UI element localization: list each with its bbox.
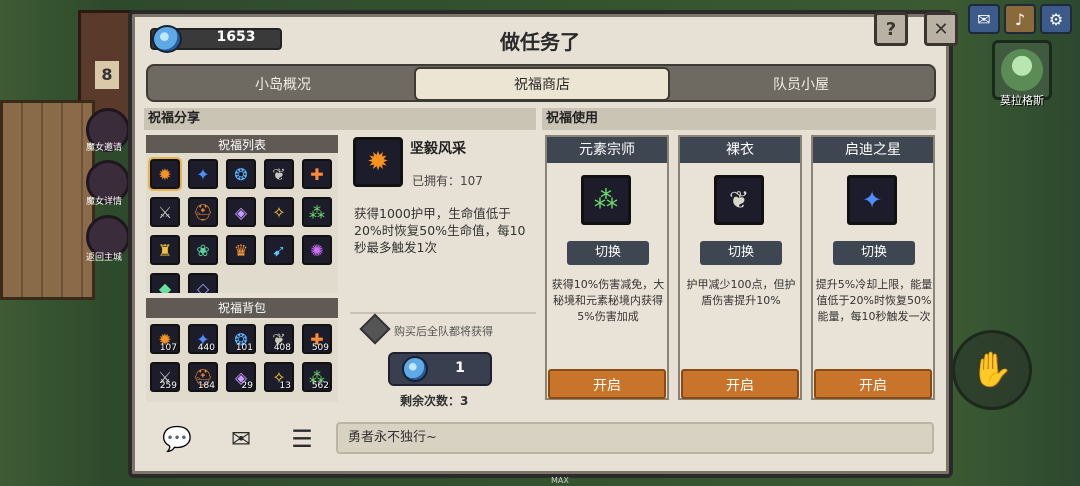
blessing-fire-icon[interactable]: ✹ [148, 157, 182, 191]
bag-elements-icon[interactable]: ⁂ 562 [302, 362, 332, 392]
blessing-wing-icon[interactable]: ♛ [226, 235, 256, 265]
wooden-deck [0, 100, 95, 300]
sound-icon[interactable]: ♪ [1004, 4, 1036, 34]
blessing-leaf-icon[interactable]: ❀ [188, 235, 218, 265]
blessing-owned: 已拥有：107 [412, 174, 483, 188]
blessing-cloth-icon[interactable]: ❦ [264, 159, 294, 189]
bag-helmet-icon[interactable]: ⛑ 184 [188, 362, 218, 392]
bag-count: 101 [235, 343, 253, 353]
activate-button[interactable]: 开启 [681, 369, 799, 399]
max-label: MAX [551, 476, 569, 485]
left-label-return: 返回主城 [86, 253, 123, 263]
blessing-elements-icon[interactable]: ⁂ [302, 197, 332, 227]
blessing-blue-hand-icon[interactable]: ✦ [188, 159, 218, 189]
bag-count: 107 [159, 343, 177, 353]
left-label-invite: 魔女邀请 [86, 143, 123, 153]
divider [350, 312, 536, 314]
blessing-description: 获得1000护甲，生命值低于20%时恢复50%生命值，每10秒最多触发1次 [354, 206, 526, 255]
mail-envelope-icon[interactable]: ✉ [221, 422, 261, 456]
cloth-icon: ❦ [714, 175, 764, 225]
blessing-cross-icon[interactable]: ✚ [302, 159, 332, 189]
remaining-count: 剩余次数：3 [400, 394, 469, 408]
bag-cloth-icon[interactable]: ❦ 408 [264, 324, 294, 354]
card-description: 获得10%伤害减免，大秘境和元素秘境内获得5%伤害加成 [551, 278, 665, 323]
tab-member-house[interactable]: 队员小屋 [676, 69, 926, 99]
tab-island-overview[interactable]: 小岛概况 [158, 69, 408, 99]
bag-count: 562 [311, 381, 329, 391]
swap-button[interactable]: 切换 [833, 241, 915, 265]
gem-icon [402, 356, 428, 382]
elements-icon: ⁂ [581, 175, 631, 225]
blessing-list-grid: ✹ ✦ ❂ ❦ ✚ ⚔ ⛑ ◈ ✧ ⁂ ♜ ❀ ♛ ➹ ✺ ◆ ◇ [146, 153, 338, 293]
bag-count: 29 [241, 381, 253, 391]
blessing-card-elemental-master: 元素宗师 ⁂ 切换 获得10%伤害减免，大秘境和元素秘境内获得5%伤害加成 开启 [545, 135, 669, 400]
bag-count: 509 [311, 343, 329, 353]
blessing-arrow-icon[interactable]: ➹ [264, 235, 294, 265]
card-title: 裸衣 [680, 137, 800, 163]
blessing-water-icon[interactable]: ❂ [226, 159, 256, 189]
card-title: 启迪之星 [813, 137, 933, 163]
bag-count: 184 [197, 381, 215, 391]
card-title: 元素宗师 [547, 137, 667, 163]
tab-bar: 小岛概况 祝福商店 队员小屋 [146, 64, 936, 102]
activate-button[interactable]: 开启 [548, 369, 666, 399]
mail-icon[interactable]: ✉ [968, 4, 1000, 34]
tab-blessing-shop[interactable]: 祝福商店 [414, 67, 670, 101]
activate-button[interactable]: 开启 [814, 369, 932, 399]
blessing-list-title: 祝福列表 [146, 135, 338, 155]
card-description: 护甲减少100点，但护盾伤害提升10% [686, 278, 796, 307]
chat-bubble-icon[interactable]: 💬 [157, 422, 197, 456]
help-button[interactable]: ? [874, 12, 908, 46]
notes-icon[interactable]: ☰ [282, 422, 322, 456]
bag-count: 440 [197, 343, 215, 353]
share-header: 祝福分享 [144, 108, 536, 130]
bag-cross-icon[interactable]: ✚ 509 [302, 324, 332, 354]
blessing-name: 坚毅风采 [410, 141, 466, 157]
blessing-bag-title: 祝福背包 [146, 298, 338, 318]
page-title: 做任务了 [500, 30, 580, 54]
close-button[interactable]: ✕ [924, 12, 958, 46]
card-description: 提升5%冷却上限，能量值低于20%时恢复50%能量，每10秒触发一次 [815, 278, 933, 323]
bag-count: 259 [159, 381, 177, 391]
chat-input[interactable]: 勇者永不独行~ [336, 422, 934, 454]
blessing-orb-icon[interactable]: ◈ [226, 197, 256, 227]
currency-value: 1653 [216, 29, 256, 45]
gem-icon [152, 25, 182, 53]
bag-orb-icon[interactable]: ◈ 29 [226, 362, 256, 392]
blessing-card-enlighten-star: 启迪之星 ✦ 切换 提升5%冷却上限，能量值低于20%时恢复50%能量，每10秒… [811, 135, 935, 400]
bag-gold-icon[interactable]: ✧ 13 [264, 362, 294, 392]
purchase-hint: 购买后全队都将获得 [394, 325, 493, 338]
blessing-cup-icon[interactable]: ♜ [150, 235, 180, 265]
bag-water-icon[interactable]: ❂ 101 [226, 324, 256, 354]
bag-blue-hand-icon[interactable]: ✦ 440 [188, 324, 218, 354]
blessing-helmet-icon[interactable]: ⛑ [188, 197, 218, 227]
swap-button[interactable]: 切换 [700, 241, 782, 265]
left-label-detail: 魔女详情 [86, 197, 123, 207]
blessing-partial-icon[interactable]: ◆ [150, 273, 180, 293]
swap-button[interactable]: 切换 [567, 241, 649, 265]
blessing-star-icon[interactable]: ✺ [302, 235, 332, 265]
avatar-name: 莫拉格斯 [1000, 94, 1044, 107]
character-avatar[interactable] [992, 40, 1052, 100]
buy-price: 1 [455, 360, 465, 376]
blessing-sword-icon[interactable]: ⚔ [150, 197, 180, 227]
selected-blessing-icon: ✹ [353, 137, 403, 187]
use-header: 祝福使用 [542, 108, 936, 130]
star-crystal-icon: ✦ [847, 175, 897, 225]
bag-fire-icon[interactable]: ✹ 107 [150, 324, 180, 354]
blessing-bag-grid: ✹ 107 ✦ 440 ❂ 101 ❦ 408 ✚ 509 ⚔ 259 ⛑ 184 ◈ 29 ✧… [146, 320, 338, 402]
bag-count: 408 [273, 343, 291, 353]
glove-action-icon[interactable]: ✋ [952, 330, 1032, 410]
blessing-partial-icon-2[interactable]: ◇ [188, 273, 218, 293]
blessing-card-bare-cloth: 裸衣 ❦ 切换 护甲减少100点，但护盾伤害提升10% 开启 [678, 135, 802, 400]
blessing-gold-icon[interactable]: ✧ [264, 197, 294, 227]
bag-sword-icon[interactable]: ⚔ 259 [150, 362, 180, 392]
settings-gear-icon[interactable]: ⚙ [1040, 4, 1072, 34]
house-number: 8 [95, 61, 119, 89]
bag-count: 13 [279, 381, 291, 391]
